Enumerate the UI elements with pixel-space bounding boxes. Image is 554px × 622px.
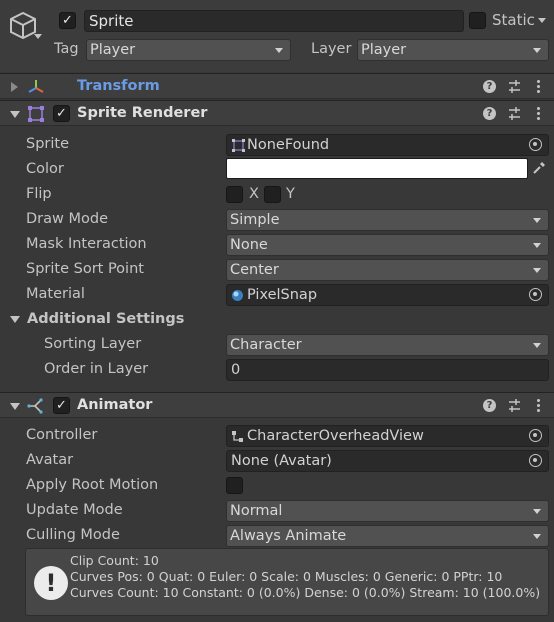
controller-object-field[interactable]: CharacterOverheadView [226, 425, 549, 447]
additional-settings-foldout[interactable]: Additional Settings [27, 311, 184, 327]
animator-title: Animator [77, 397, 153, 413]
object-picker-icon[interactable] [529, 138, 542, 151]
transform-axes-icon [28, 80, 44, 93]
tag-dropdown[interactable]: Player [86, 39, 291, 61]
object-picker-icon[interactable] [529, 429, 542, 442]
flip-x-label: X [249, 186, 259, 202]
object-picker-icon[interactable] [529, 288, 542, 301]
material-sphere-icon [232, 290, 243, 301]
color-swatch[interactable] [226, 158, 528, 179]
transform-foldout-arrow-icon[interactable] [11, 82, 18, 92]
inspector-header: ✓ Sprite Static Tag Player Layer Player [0, 0, 554, 72]
draw-mode-label: Draw Mode [26, 211, 108, 227]
more-options-icon[interactable] [537, 80, 540, 93]
color-label: Color [26, 161, 64, 177]
sprite-object-field[interactable]: NoneFound [226, 134, 549, 156]
transform-header[interactable]: Transform ? [0, 73, 554, 99]
sprite-label: Sprite [26, 136, 70, 152]
flip-label: Flip [26, 186, 52, 202]
material-value: PixelSnap [247, 287, 318, 303]
order-in-layer-label: Order in Layer [44, 361, 149, 377]
avatar-label: Avatar [26, 452, 74, 468]
info-curves-pos: Curves Pos: 0 Quat: 0 Euler: 0 Scale: 0 … [70, 569, 503, 584]
sprite-renderer-header[interactable]: ✓ Sprite Renderer ? [0, 100, 554, 126]
help-icon[interactable]: ? [483, 80, 496, 93]
eyedropper-icon[interactable] [532, 161, 546, 175]
apply-root-motion-checkbox[interactable] [226, 477, 243, 494]
controller-value: CharacterOverheadView [247, 428, 424, 444]
additional-settings-foldout-arrow-icon[interactable] [10, 316, 20, 323]
sprite-renderer-foldout-arrow-icon[interactable] [10, 111, 20, 118]
more-options-icon[interactable] [537, 399, 540, 412]
presets-sliders-icon[interactable] [507, 106, 522, 121]
info-curves-count: Curves Count: 10 Constant: 0 (0.0%) Dens… [70, 585, 541, 600]
static-label: Static [492, 11, 535, 29]
presets-sliders-icon[interactable] [507, 79, 522, 94]
sorting-layer-dropdown[interactable]: Character [226, 334, 549, 356]
avatar-object-field[interactable]: None (Avatar) [226, 450, 549, 472]
material-object-field[interactable]: PixelSnap [226, 284, 549, 306]
avatar-value: None (Avatar) [231, 453, 332, 469]
mask-interaction-dropdown[interactable]: None [226, 234, 549, 256]
flip-y-checkbox[interactable] [264, 186, 281, 203]
sprite-renderer-icon [28, 106, 44, 122]
material-label: Material [26, 286, 85, 302]
animator-foldout-arrow-icon[interactable] [10, 403, 20, 410]
animator-enabled-checkbox[interactable]: ✓ [53, 397, 70, 414]
culling-mode-dropdown[interactable]: Always Animate [226, 525, 549, 547]
static-dropdown-arrow-icon[interactable] [538, 18, 546, 23]
sprite-sort-point-label: Sprite Sort Point [26, 261, 144, 277]
layer-dropdown[interactable]: Player [357, 39, 549, 61]
animator-icon [27, 398, 43, 414]
flip-y-label: Y [286, 186, 295, 202]
info-exclamation-icon: ! [34, 566, 68, 600]
update-mode-dropdown[interactable]: Normal [226, 500, 549, 522]
animator-controller-icon [232, 431, 243, 442]
active-toggle[interactable]: ✓ [59, 12, 76, 29]
animator-info-box: ! Clip Count: 10 Curves Pos: 0 Quat: 0 E… [25, 548, 549, 616]
transform-title: Transform [77, 78, 160, 94]
sprite-renderer-title: Sprite Renderer [77, 105, 208, 121]
object-name-input[interactable]: Sprite [84, 10, 464, 32]
draw-mode-dropdown[interactable]: Simple [226, 209, 549, 231]
culling-mode-label: Culling Mode [26, 527, 120, 543]
layer-label: Layer [311, 41, 352, 57]
controller-label: Controller [26, 427, 98, 443]
flip-x-checkbox[interactable] [226, 186, 243, 203]
sorting-layer-label: Sorting Layer [44, 336, 142, 352]
info-clip-count: Clip Count: 10 [70, 553, 159, 568]
help-icon[interactable]: ? [483, 107, 496, 120]
sprite-asset-icon [232, 139, 245, 152]
mask-interaction-label: Mask Interaction [26, 236, 147, 252]
sprite-renderer-enabled-checkbox[interactable]: ✓ [53, 105, 70, 122]
update-mode-label: Update Mode [26, 502, 123, 518]
sprite-value: NoneFound [247, 137, 330, 153]
object-picker-icon[interactable] [529, 454, 542, 467]
tag-label: Tag [54, 41, 79, 57]
presets-sliders-icon[interactable] [507, 398, 522, 413]
sprite-sort-point-dropdown[interactable]: Center [226, 259, 549, 281]
more-options-icon[interactable] [537, 107, 540, 120]
help-icon[interactable]: ? [483, 399, 496, 412]
order-in-layer-input[interactable]: 0 [226, 359, 549, 381]
apply-root-motion-label: Apply Root Motion [26, 477, 159, 493]
icon-dropdown-arrow-icon[interactable] [34, 34, 42, 39]
static-checkbox[interactable] [469, 12, 486, 29]
animator-header[interactable]: ✓ Animator ? [0, 392, 554, 418]
